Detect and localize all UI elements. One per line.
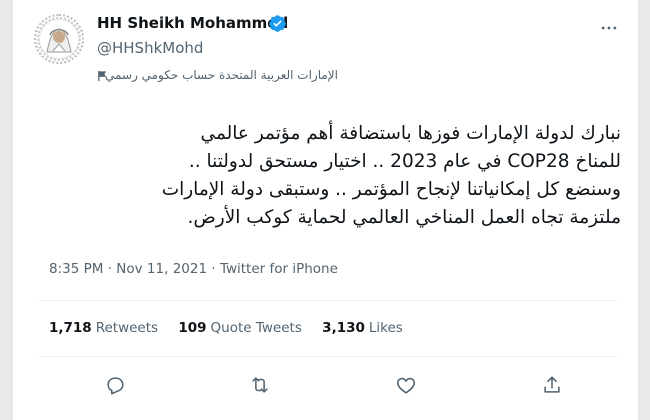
tweet-source[interactable]: Twitter for iPhone — [220, 261, 338, 277]
share-icon[interactable] — [541, 374, 563, 396]
quote-tweets-label: Quote Tweets — [210, 320, 302, 336]
retweets-count: 1,718 — [49, 320, 92, 336]
author-name[interactable]: HH Sheikh Mohammed — [97, 14, 288, 32]
retweets-label: Retweets — [95, 320, 159, 336]
tweet-text: نبارك لدولة الإمارات فوزها باستضافة أهم … — [49, 120, 621, 232]
meta-separator: · — [211, 261, 216, 277]
tweet-text-line: وسنضع كل إمكانياتنا لإنجاح المؤتمر .. وس… — [161, 179, 621, 200]
tweet-stats: 1,718 Retweets 109 Quote Tweets 3,130 Likes — [49, 320, 419, 336]
tweet-time[interactable]: 8:35 PM — [49, 261, 103, 277]
avatar[interactable] — [34, 14, 84, 64]
reply-icon[interactable] — [104, 374, 126, 396]
likes-stat[interactable]: 3,130 Likes — [322, 320, 403, 336]
verified-badge-icon — [269, 15, 286, 32]
tweet-text-line: ملتزمة تجاه العمل المناخي العالمي لحماية… — [187, 207, 621, 228]
likes-label: Likes — [368, 320, 403, 336]
divider — [37, 300, 619, 301]
more-options-icon[interactable] — [599, 18, 619, 38]
government-account-label[interactable]: الإمارات العربية المتحدة حساب حكومي رسمي — [105, 68, 338, 82]
quote-tweets-stat[interactable]: 109 Quote Tweets — [178, 320, 302, 336]
quote-tweets-count: 109 — [178, 320, 207, 336]
retweet-icon[interactable] — [249, 374, 271, 396]
tweet-text-line: للمناخ COP28 في عام 2023 .. اختيار مستحق… — [188, 151, 621, 172]
author-handle[interactable]: @HHShkMohd — [97, 39, 203, 57]
meta-separator: · — [107, 261, 112, 277]
likes-count: 3,130 — [322, 320, 365, 336]
like-icon[interactable] — [395, 374, 417, 396]
divider — [37, 356, 619, 357]
tweet-text-line: نبارك لدولة الإمارات فوزها باستضافة أهم … — [200, 123, 621, 144]
tweet-card: HH Sheikh Mohammed @HHShkMohd الإمارات ا… — [13, 0, 638, 420]
tweet-meta: 8:35 PM · Nov 11, 2021 · Twitter for iPh… — [49, 261, 338, 277]
tweet-actions — [13, 374, 638, 398]
tweet-date[interactable]: Nov 11, 2021 — [116, 261, 207, 277]
retweets-stat[interactable]: 1,718 Retweets — [49, 320, 158, 336]
